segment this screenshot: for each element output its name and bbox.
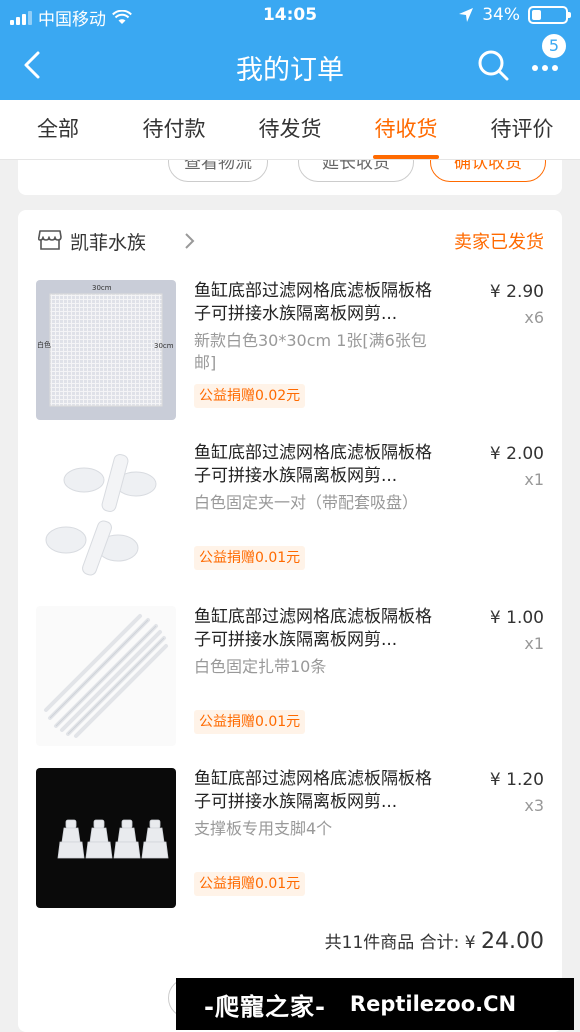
watermark-banner: -爬寵之家- Reptilezoo.CN [176,978,574,1030]
search-icon[interactable] [476,48,510,82]
total-label: 共11件商品 合计: ¥ [324,933,482,953]
status-right: 34% [458,5,571,25]
watermark-cn: -爬寵之家- [204,992,326,1021]
previous-order-card: 查看物流 延长收货 确认收货 [18,160,562,195]
product-thumbnail-grid-plate[interactable]: 30cm 白色 30cm [36,280,176,420]
order-card: 凯菲水族 卖家已发货 30cm 白色 30cm 鱼缸底部过滤网格底滤板隔板格子可… [18,210,562,1032]
status-bar: 中国移动 14:05 34% [0,0,580,32]
order-item[interactable]: 鱼缸底部过滤网格底滤板隔板格子可拼接水族隔离板网剪... 支撑板专用支脚4个 公… [36,768,544,908]
tab-all[interactable]: 全部 [0,100,116,159]
watermark-en: Reptilezoo.CN [349,992,517,1016]
item-title[interactable]: 鱼缸底部过滤网格底滤板隔板格子可拼接水族隔离板网剪... [194,768,444,814]
tab-pending-receipt[interactable]: 待收货 [348,100,464,159]
item-quantity: x3 [524,796,544,815]
item-price: ¥ 1.00 [489,608,544,628]
order-total: 共11件商品 合计: ¥ 24.00 [325,928,544,954]
view-logistics-button[interactable]: 查看物流 [168,160,268,182]
item-spec: 白色固定夹一对（带配套吸盘） [194,493,419,512]
store-icon [38,230,62,250]
item-quantity: x1 [524,634,544,653]
item-spec: 支撑板专用支脚4个 [194,819,333,838]
tab-pending-shipment[interactable]: 待发货 [232,100,348,159]
thumb-label-top: 30cm [92,284,112,292]
thumb-label-right: 30cm [154,342,174,350]
extend-receipt-button[interactable]: 延长收货 [298,160,414,182]
item-quantity: x6 [524,308,544,327]
shop-name[interactable]: 凯菲水族 [70,228,146,255]
item-title[interactable]: 鱼缸底部过滤网格底滤板隔板格子可拼接水族隔离板网剪... [194,280,444,326]
item-price: ¥ 2.90 [489,282,544,302]
chevron-right-icon [185,233,195,249]
battery-percent: 34% [482,5,520,25]
item-spec: 新款白色30*30cm 1张[满6张包邮] [194,331,427,372]
item-title[interactable]: 鱼缸底部过滤网格底滤板隔板格子可拼接水族隔离板网剪... [194,442,444,488]
charity-tag: 公益捐赠0.01元 [194,872,306,896]
item-spec: 白色固定扎带10条 [194,657,327,676]
confirm-receipt-button[interactable]: 确认收货 [430,160,546,182]
item-price: ¥ 1.20 [489,770,544,790]
order-item[interactable]: 鱼缸底部过滤网格底滤板隔板格子可拼接水族隔离板网剪... 白色固定扎带10条 公… [36,606,544,746]
order-item[interactable]: 30cm 白色 30cm 鱼缸底部过滤网格底滤板隔板格子可拼接水族隔离板网剪..… [36,280,544,420]
charity-tag: 公益捐赠0.01元 [194,546,306,570]
app-header: 中国移动 14:05 34% 我的订单 5 [0,0,580,100]
order-item[interactable]: 鱼缸底部过滤网格底滤板隔板格子可拼接水族隔离板网剪... 白色固定夹一对（带配套… [36,442,544,582]
order-status: 卖家已发货 [454,232,544,253]
tab-pending-payment[interactable]: 待付款 [116,100,232,159]
charity-tag: 公益捐赠0.01元 [194,710,306,734]
tab-pending-review[interactable]: 待评价 [464,100,580,159]
location-arrow-icon [459,8,474,22]
battery-icon [528,6,571,24]
product-thumbnail-support-feet[interactable] [36,768,176,908]
item-price: ¥ 2.00 [489,444,544,464]
product-thumbnail-zip-ties[interactable] [36,606,176,746]
item-quantity: x1 [524,470,544,489]
charity-tag: 公益捐赠0.02元 [194,384,306,408]
message-count-badge: 5 [540,32,568,60]
thumb-label-left: 白色 [37,341,51,349]
item-title[interactable]: 鱼缸底部过滤网格底滤板隔板格子可拼接水族隔离板网剪... [194,606,444,652]
product-thumbnail-clips[interactable] [36,442,176,582]
nav-bar: 我的订单 5 [0,32,580,100]
shop-header[interactable]: 凯菲水族 卖家已发货 [36,226,544,256]
order-tabs: 全部 待付款 待发货 待收货 待评价 [0,100,580,160]
total-amount: 24.00 [481,929,544,954]
